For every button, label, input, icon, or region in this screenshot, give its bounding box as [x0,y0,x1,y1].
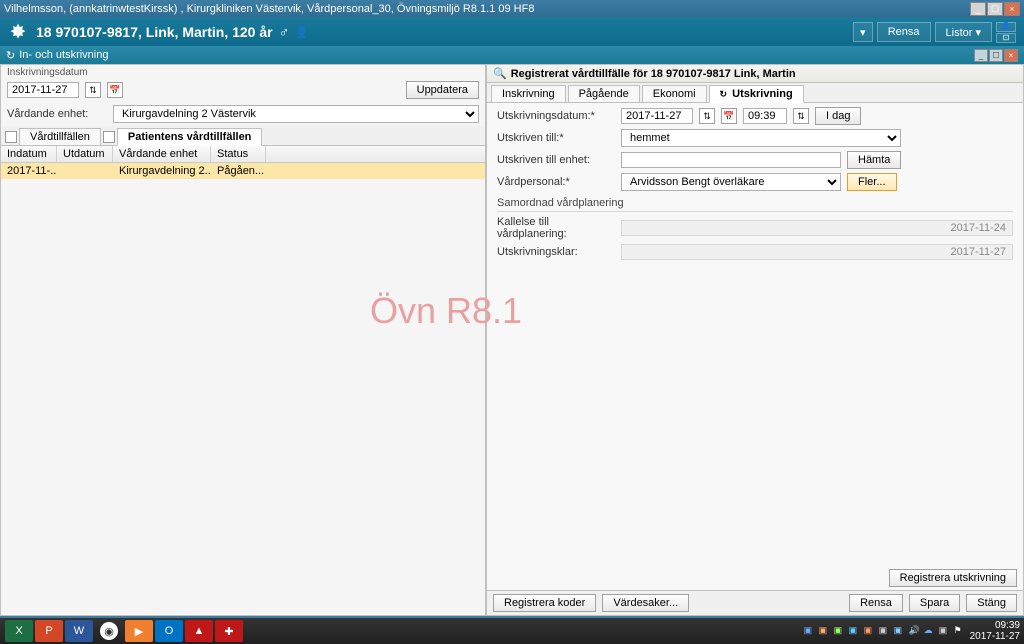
search-icon: 🔍 [493,67,507,80]
taskbar-pdf-icon[interactable]: ▲ [185,620,213,642]
vardpersonal-select[interactable]: Arvidsson Bengt överläkare [621,173,841,191]
header-dropdown-icon[interactable]: ▾ [853,22,873,42]
header-user-icon[interactable]: 👤 [996,22,1016,32]
vardpersonal-label: Vårdpersonal:* [497,176,615,188]
tab-patientens-vardtillfallen[interactable]: Patientens vårdtillfällen [117,128,262,146]
subheader-title: In- och utskrivning [19,49,108,61]
refresh-icon: ↻ [720,89,728,99]
utskriven-enhet-label: Utskriven till enhet: [497,154,615,166]
table-header: Indatum Utdatum Vårdande enhet Status [1,146,485,163]
app-logo-icon [8,22,28,42]
time-input[interactable] [743,108,787,124]
registrera-utskrivning-button[interactable]: Registrera utskrivning [889,569,1017,587]
rensa-button[interactable]: Rensa [849,594,903,612]
panel-close[interactable]: × [1004,49,1018,62]
vardesaker-button[interactable]: Värdesaker... [602,594,689,612]
window-minimize[interactable]: _ [970,2,986,16]
inskrivning-date-input[interactable] [7,82,79,98]
col-enhet[interactable]: Vårdande enhet [113,146,211,162]
tab-ekonomi[interactable]: Ekonomi [642,85,707,102]
window-title: Vilhelmsson, (annkatrinwtestKirssk) , Ki… [4,3,534,15]
left-panel: Inskrivningsdatum ⇅ 📅 Uppdatera Vårdande… [0,64,486,616]
date-stepper-icon[interactable]: ⇅ [85,82,101,98]
col-indatum[interactable]: Indatum [1,146,57,162]
calendar-icon[interactable]: 📅 [107,82,123,98]
cell-indatum: 2017-11-... [1,163,57,179]
cell-status: Pågåen... [211,163,266,179]
utskriven-enhet-input[interactable] [621,152,841,168]
registrera-koder-button[interactable]: Registrera koder [493,594,596,612]
header-cart-icon[interactable]: ⊡ [996,33,1016,43]
utskrivningsklar-value: 2017-11-27 [621,244,1013,260]
idag-button[interactable]: I dag [815,107,861,125]
uppdatera-button[interactable]: Uppdatera [406,81,479,99]
taskbar: X P W ◉ ▶ O ▲ ✚ ▣▣▣ ▣▣▣ ▣🔊☁ ▣⚑ 09:39 201… [0,618,1024,644]
left-tabbar: Vårdtillfällen Patientens vårdtillfällen [1,126,485,146]
fler-button[interactable]: Fler... [847,173,897,191]
tab-utskrivning[interactable]: ↻ Utskrivning [709,85,804,103]
cell-enhet: Kirurgavdelning 2... [113,163,211,179]
time-stepper-icon[interactable]: ⇅ [793,108,809,124]
panel-minimize[interactable]: _ [974,49,988,62]
calendar-icon[interactable]: 📅 [721,108,737,124]
spara-button[interactable]: Spara [909,594,960,612]
tab-checkbox-1[interactable] [5,131,17,143]
right-tabbar: Inskrivning Pågående Ekonomi ↻ Utskrivni… [487,83,1023,103]
date-stepper-icon[interactable]: ⇅ [699,108,715,124]
utskriven-till-select[interactable]: hemmet [621,129,901,147]
window-close[interactable]: × [1004,2,1020,16]
taskbar-app-icon[interactable]: ▶ [125,620,153,642]
inskrivning-fieldset-label: Inskrivningsdatum [1,65,485,78]
panel-maximize[interactable]: ☐ [989,49,1003,62]
taskbar-clock[interactable]: 09:39 2017-11-27 [970,620,1020,642]
col-utdatum[interactable]: Utdatum [57,146,113,162]
right-panel-title: 🔍 Registrerat vårdtillfälle för 18 97010… [487,65,1023,83]
window-titlebar: Vilhelmsson, (annkatrinwtestKirssk) , Ki… [0,0,1024,18]
taskbar-excel-icon[interactable]: X [5,620,33,642]
app-header: 18 970107-9817, Link, Martin, 120 år ♂ 👤… [0,18,1024,46]
utskrivningsdatum-input[interactable] [621,108,693,124]
samordnad-section: Samordnad vårdplanering [497,195,1013,212]
bottom-bar: Registrera koder Värdesaker... Rensa Spa… [487,590,1023,615]
col-status[interactable]: Status [211,146,266,162]
patient-name: 18 970107-9817, Link, Martin, 120 år [36,24,273,40]
kallelse-value: 2017-11-24 [621,220,1013,236]
unit-label: Vårdande enhet: [7,108,107,120]
right-panel: 🔍 Registrerat vårdtillfälle för 18 97010… [486,64,1024,616]
tab-checkbox-2[interactable] [103,131,115,143]
utskrivningsdatum-label: Utskrivningsdatum:* [497,110,615,122]
stang-button[interactable]: Stäng [966,594,1017,612]
window-maximize[interactable]: ☐ [987,2,1003,16]
person-icon: 👤 [295,26,309,39]
utskriven-till-label: Utskriven till:* [497,132,615,144]
subheader: ↻ In- och utskrivning _ ☐ × [0,46,1024,64]
taskbar-word-icon[interactable]: W [65,620,93,642]
tab-inskrivning[interactable]: Inskrivning [491,85,566,102]
gender-icon: ♂ [279,24,290,40]
tab-pagaende[interactable]: Pågående [568,85,640,102]
unit-select[interactable]: Kirurgavdelning 2 Västervik [113,105,479,123]
cell-utdatum [57,163,113,179]
table-row[interactable]: 2017-11-... Kirurgavdelning 2... Pågåen.… [1,163,485,179]
utskrivningsklar-label: Utskrivningsklar: [497,246,615,258]
taskbar-powerpoint-icon[interactable]: P [35,620,63,642]
taskbar-outlook-icon[interactable]: O [155,620,183,642]
tray-icons[interactable]: ▣▣▣ ▣▣▣ ▣🔊☁ ▣⚑ [804,625,966,637]
rensa-button[interactable]: Rensa [877,22,931,42]
listor-button[interactable]: Listor ▾ [935,22,992,42]
taskbar-chrome-icon[interactable]: ◉ [100,622,118,640]
kallelse-label: Kallelse till vårdplanering: [497,216,615,240]
hamta-button[interactable]: Hämta [847,151,901,169]
refresh-icon: ↻ [6,49,15,62]
tab-vardtillfallen[interactable]: Vårdtillfällen [19,128,101,145]
taskbar-plus-icon[interactable]: ✚ [215,620,243,642]
